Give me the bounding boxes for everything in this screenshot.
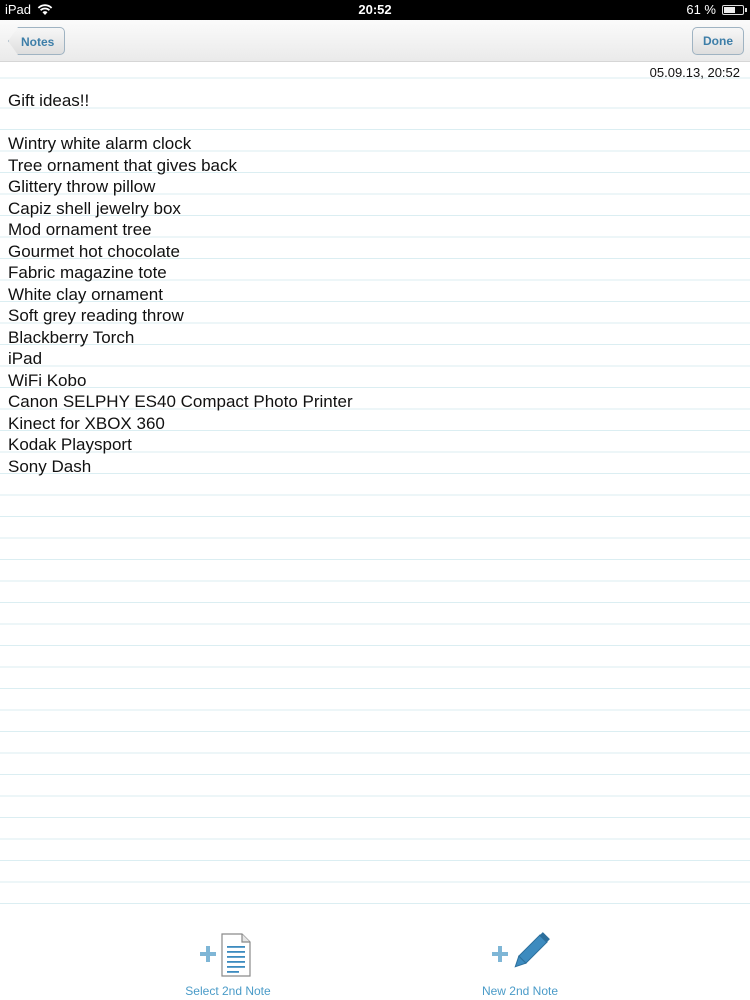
battery-icon xyxy=(722,4,747,15)
select-2nd-note-label: Select 2nd Note xyxy=(185,984,271,998)
note-line: Capiz shell jewelry box xyxy=(8,198,181,218)
note-line: iPad xyxy=(8,349,43,368)
note-line: Tree ornament that gives back xyxy=(8,155,237,175)
note-line: Sony Dash xyxy=(8,456,92,476)
notes-back-button[interactable]: Notes xyxy=(8,27,66,55)
done-button[interactable]: Done xyxy=(692,27,744,55)
note-line xyxy=(8,112,353,134)
battery-percent: 61 % xyxy=(686,2,716,17)
bottom-toolbar: Select 2nd Note New 2nd Note xyxy=(0,910,750,1000)
select-2nd-note-button[interactable]: Select 2nd Note xyxy=(158,930,298,998)
note-line: Blackberry Torch xyxy=(8,327,135,347)
note-line: Fabric magazine tote xyxy=(8,263,167,282)
note-line: Wintry white alarm clock xyxy=(8,134,192,153)
note-line: Canon SELPHY ES40 Compact Photo Printer xyxy=(8,392,353,411)
note-line: WiFi Kobo xyxy=(8,370,87,390)
note-line: Glittery throw pillow xyxy=(8,177,156,196)
status-time: 20:52 xyxy=(358,2,392,17)
note-line: Kodak Playsport xyxy=(8,435,132,454)
new-2nd-note-button[interactable]: New 2nd Note xyxy=(450,930,590,998)
document-plus-icon xyxy=(198,930,258,980)
note-editor[interactable]: 05.09.13, 20:52 Gift ideas!! Wintry white… xyxy=(0,63,750,910)
note-line: White clay ornament xyxy=(8,284,163,304)
status-bar: iPad 20:52 61 % xyxy=(0,0,750,20)
pencil-plus-icon xyxy=(490,930,550,980)
note-text[interactable]: Gift ideas!! Wintry white alarm clock Tree… xyxy=(8,90,353,477)
note-line: Mod ornament tree xyxy=(8,220,152,239)
navigation-bar: Notes Done xyxy=(0,20,750,62)
new-2nd-note-label: New 2nd Note xyxy=(481,984,559,998)
note-line: Soft grey reading throw xyxy=(8,306,184,325)
note-line: Gift ideas!! xyxy=(8,91,90,110)
note-line: Kinect for XBOX 360 xyxy=(8,413,165,433)
note-timestamp: 05.09.13, 20:52 xyxy=(649,65,740,80)
note-line: Gourmet hot chocolate xyxy=(8,241,180,261)
